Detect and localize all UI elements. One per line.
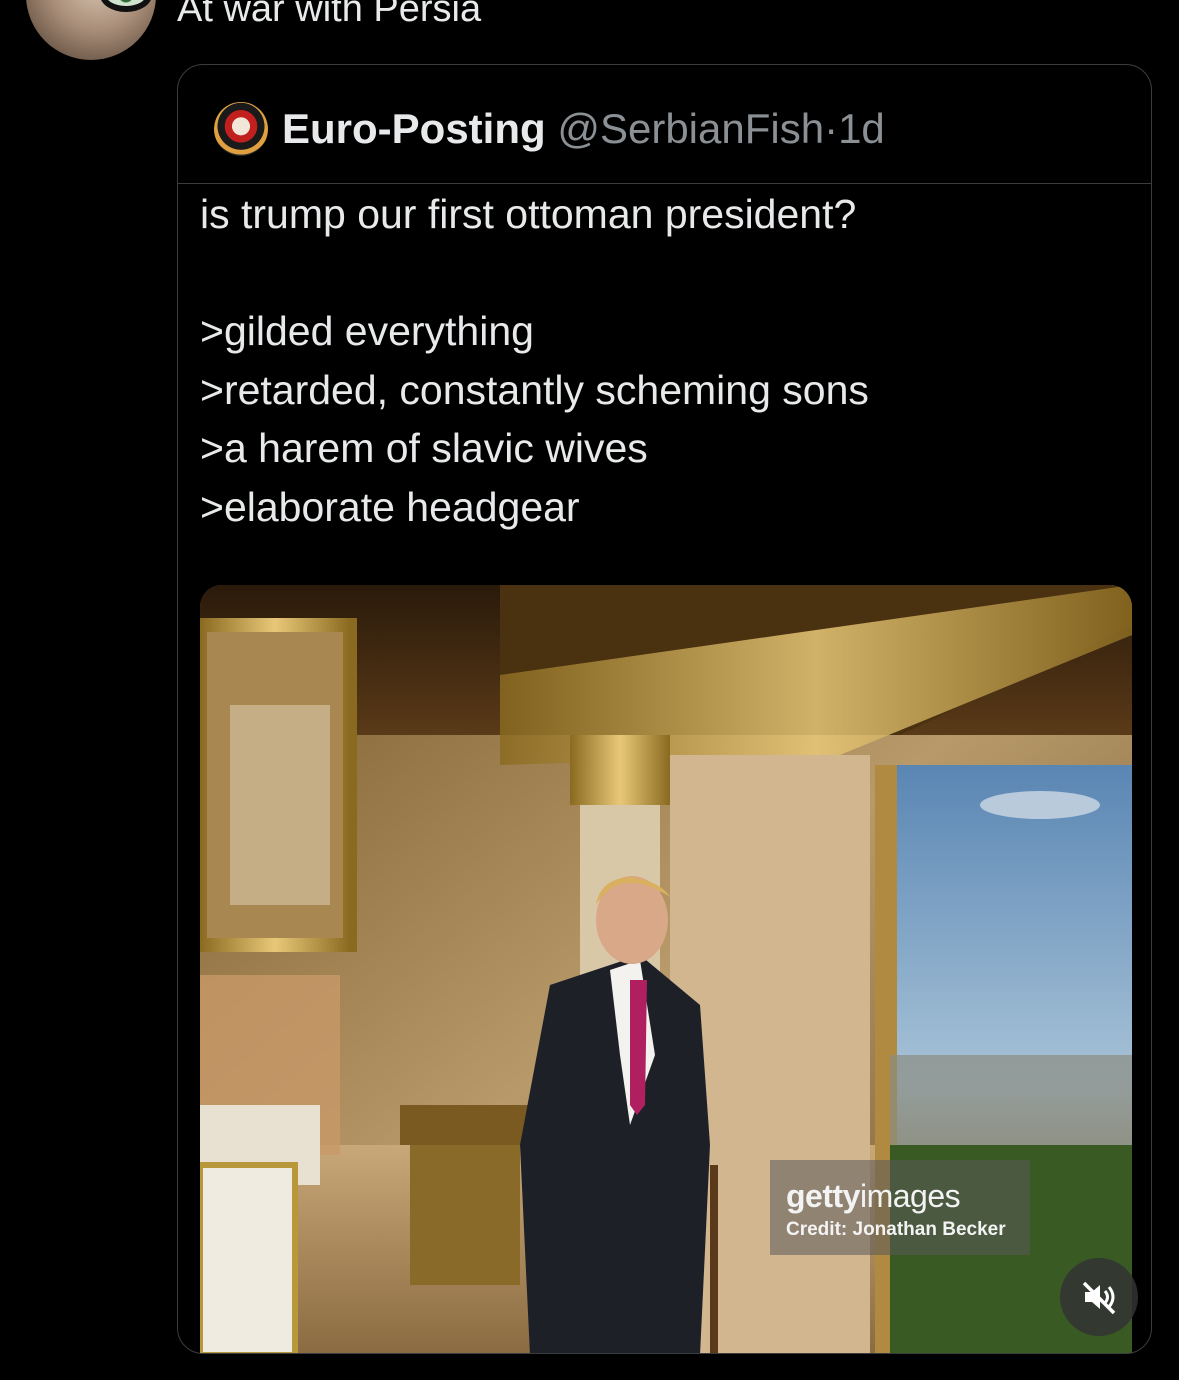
avatar[interactable] [26,0,156,60]
display-name[interactable]: Euro-Posting [282,105,546,152]
post-image[interactable]: gettyimages Credit: Jonathan Becker [200,585,1132,1353]
avatar-eye [100,0,152,12]
text-line: >elaborate headgear [200,483,580,530]
text-line: >retarded, constantly scheming sons [200,366,869,413]
text-line: >a harem of slavic wives [200,425,648,471]
page: At war with Persia Euro-Posting @Serbian… [0,0,1179,1380]
text-line: is trump our first ottoman president? [200,191,857,237]
post-age[interactable]: 1d [838,105,885,152]
quoted-post[interactable]: Euro-Posting @SerbianFish·1d is trump ou… [177,64,1152,1354]
quoted-post-text: is trump our first ottoman president? >g… [200,185,869,536]
text-line: >gilded everything [200,308,534,354]
handle[interactable]: @SerbianFish [557,105,824,152]
speaker-muted-icon [1082,1281,1116,1315]
text-line-blank [200,244,869,303]
quoted-post-header: Euro-Posting @SerbianFish·1d [178,65,1151,184]
separator: · [824,105,839,152]
post-text: At war with Persia [177,0,482,30]
quoted-author-avatar[interactable] [214,102,268,156]
author-line: Euro-Posting @SerbianFish·1d [282,103,885,155]
mute-button[interactable] [1060,1258,1138,1336]
photo-credit: Credit: Jonathan Becker [786,1219,1006,1240]
getty-logo: gettyimages [786,1178,961,1214]
watermark: gettyimages Credit: Jonathan Becker [770,1160,1030,1255]
